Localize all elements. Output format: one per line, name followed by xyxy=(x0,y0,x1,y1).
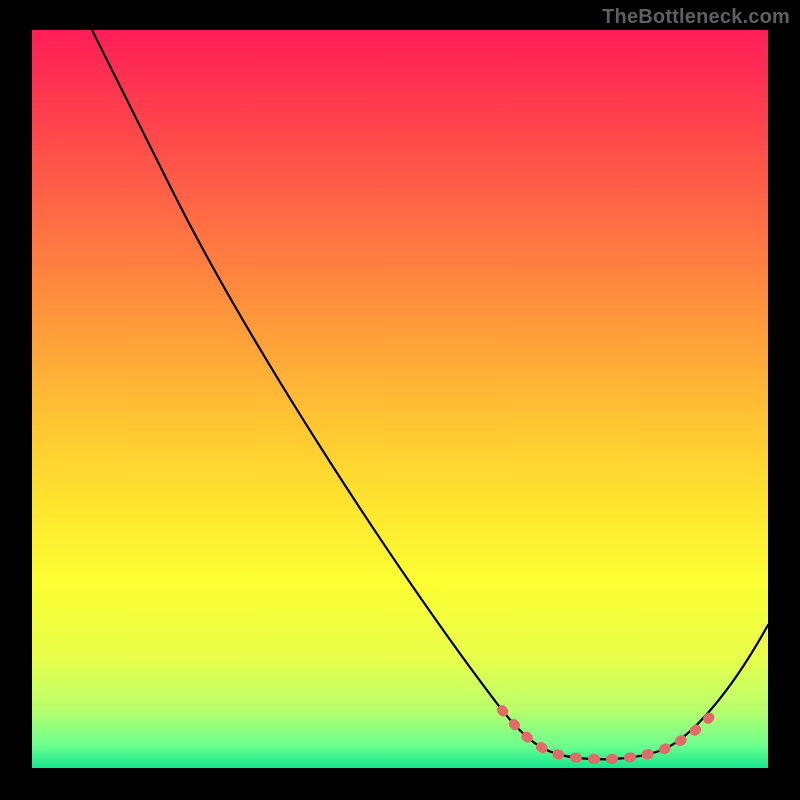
highlight-dots xyxy=(502,710,712,759)
chart-container: TheBottleneck.com xyxy=(0,0,800,800)
bottleneck-curve xyxy=(92,30,768,759)
bottleneck-curve-layer xyxy=(32,30,768,768)
plot-area xyxy=(32,30,768,768)
watermark-text: TheBottleneck.com xyxy=(602,6,790,29)
